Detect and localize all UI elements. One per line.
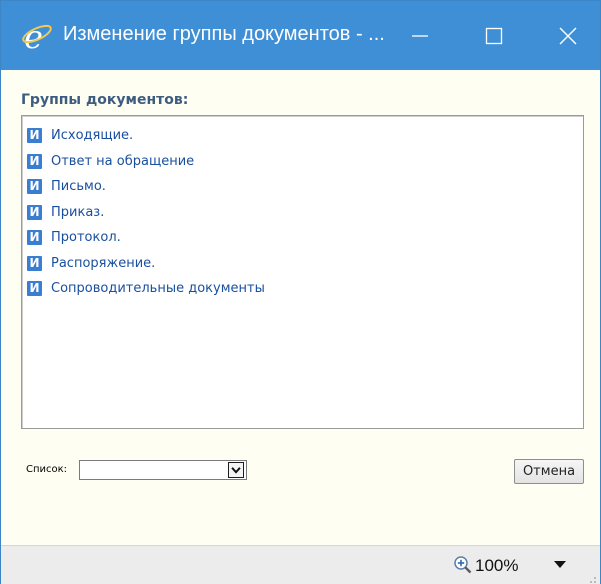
list-item[interactable]: И Письмо. <box>27 176 106 196</box>
triangle-down-icon[interactable] <box>553 560 567 570</box>
document-group-icon: И <box>27 229 42 245</box>
groups-listbox[interactable]: И Исходящие. И Ответ на обращение И Пись… <box>21 115 584 429</box>
list-select[interactable] <box>79 460 247 480</box>
title-bar[interactable]: e Изменение группы документов - ... <box>1 1 600 70</box>
list-item-label: Распоряжение. <box>51 255 156 271</box>
cancel-button[interactable]: Отмена <box>514 459 584 484</box>
list-item-label: Исходящие. <box>51 127 134 143</box>
maximize-icon[interactable] <box>477 19 511 53</box>
list-item-label: Письмо. <box>51 178 106 194</box>
zoom-level[interactable]: 100% <box>475 556 518 576</box>
list-item[interactable]: И Сопроводительные документы <box>27 278 265 298</box>
document-group-icon: И <box>27 153 42 169</box>
document-group-icon: И <box>27 280 42 296</box>
list-item[interactable]: И Ответ на обращение <box>27 151 194 171</box>
list-item[interactable]: И Протокол. <box>27 227 121 247</box>
list-item[interactable]: И Приказ. <box>27 202 104 222</box>
minimize-icon[interactable] <box>403 19 437 53</box>
chevron-down-icon[interactable] <box>228 462 244 478</box>
document-group-icon: И <box>27 178 42 194</box>
groups-title: Группы документов: <box>21 92 189 108</box>
list-item-label: Сопроводительные документы <box>51 280 265 296</box>
list-select-label: Список: <box>26 464 68 475</box>
list-item[interactable]: И Исходящие. <box>27 125 133 145</box>
list-item-label: Приказ. <box>51 204 105 220</box>
status-bar: 100% <box>1 545 600 584</box>
svg-text:e: e <box>24 20 43 52</box>
list-item-label: Ответ на обращение <box>51 153 195 169</box>
document-group-icon: И <box>27 127 42 143</box>
document-group-icon: И <box>27 204 42 220</box>
zoom-in-icon[interactable] <box>453 555 473 575</box>
document-group-icon: И <box>27 255 42 271</box>
dialog-window: e Изменение группы документов - ... Груп… <box>0 0 601 584</box>
resize-grip-icon[interactable] <box>587 574 597 584</box>
close-icon[interactable] <box>551 19 585 53</box>
list-item[interactable]: И Распоряжение. <box>27 253 155 273</box>
window-title: Изменение группы документов - ... <box>63 23 385 45</box>
ie-logo-icon: e <box>22 20 52 52</box>
list-item-label: Протокол. <box>51 229 121 245</box>
